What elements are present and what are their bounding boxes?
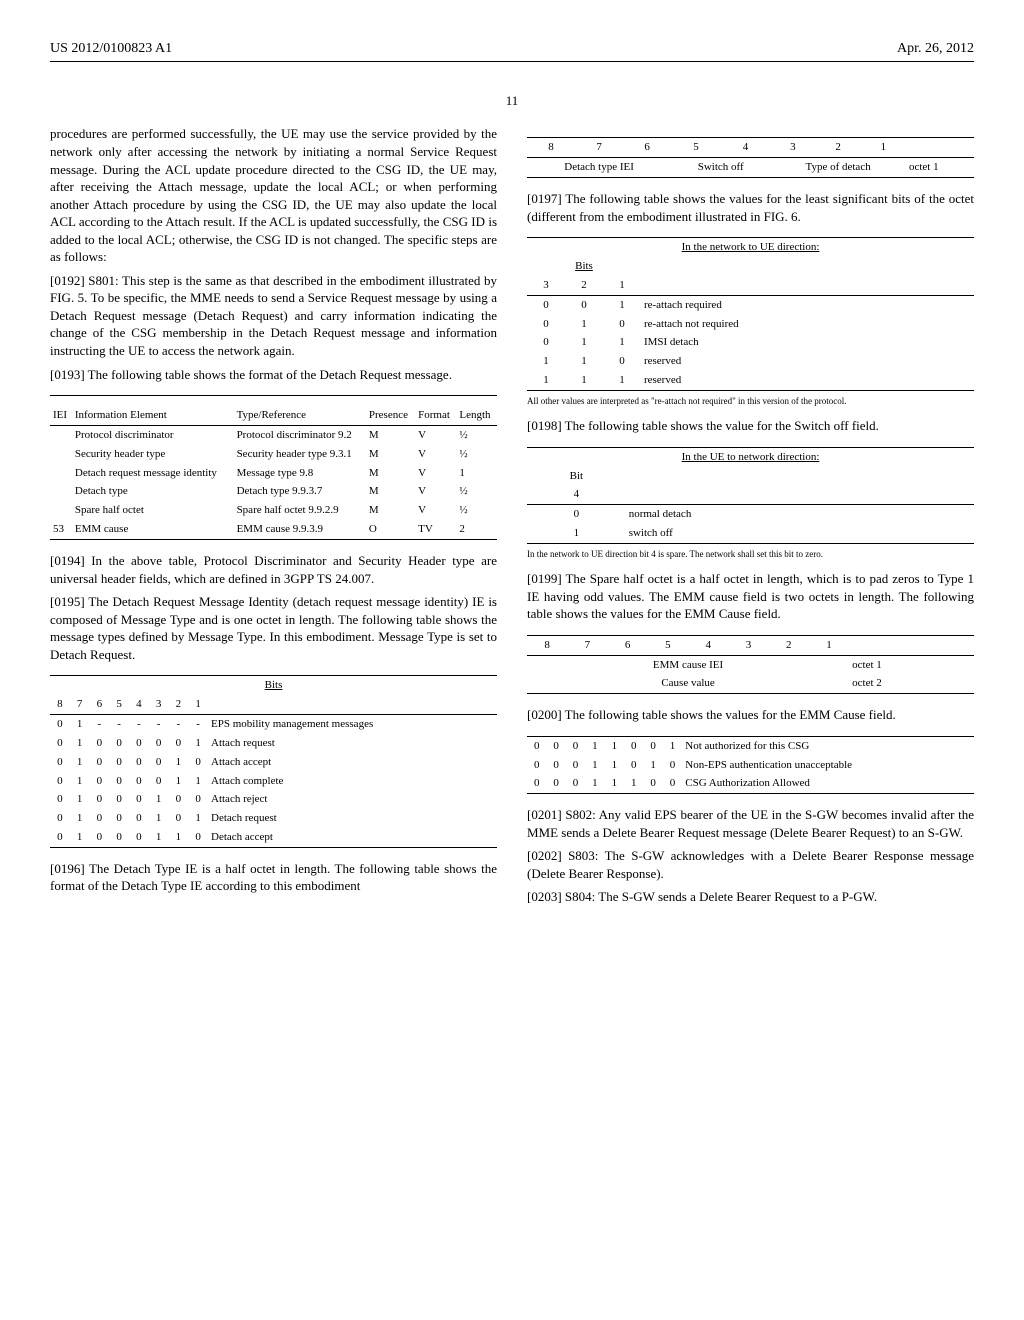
para-0194: [0194] In the above table, Protocol Disc…	[50, 552, 497, 587]
para-0202: [0202] S803: The S-GW acknowledges with …	[527, 847, 974, 882]
left-column: procedures are performed successfully, t…	[50, 125, 497, 912]
emm-cause-format-table: 87654321 EMM cause IEIoctet 1 Cause valu…	[527, 635, 974, 695]
emm-cause-values-table: 00011001Not authorized for this CSG 0001…	[527, 736, 974, 795]
para-0200: [0200] The following table shows the val…	[527, 706, 974, 724]
doc-id: US 2012/0100823 A1	[50, 40, 172, 59]
table5-footnote: In the network to UE direction bit 4 is …	[527, 548, 974, 560]
para-0192: [0192] S801: This step is the same as th…	[50, 272, 497, 360]
table4-footnote: All other values are interpreted as "re-…	[527, 395, 974, 407]
pub-date: Apr. 26, 2012	[897, 40, 974, 59]
detach-type-ie-table: 87654321 Detach type IEI Switch off Type…	[527, 137, 974, 178]
para-0199: [0199] The Spare half octet is a half oc…	[527, 570, 974, 623]
page-number: 11	[50, 92, 974, 110]
switch-off-bit-table: In the UE to network direction: Bit 4 0n…	[527, 447, 974, 544]
detach-request-format-table: IEI Information Element Type/Reference P…	[50, 395, 497, 540]
para-0203: [0203] S804: The S-GW sends a Delete Bea…	[527, 888, 974, 906]
right-column: 87654321 Detach type IEI Switch off Type…	[527, 125, 974, 912]
page-header: US 2012/0100823 A1 Apr. 26, 2012	[50, 40, 974, 62]
message-type-bits-table: Bits 87654321 01------EPS mobility manag…	[50, 675, 497, 848]
network-to-ue-bits-table: In the network to UE direction: Bits 321…	[527, 237, 974, 391]
para-0196: [0196] The Detach Type IE is a half octe…	[50, 860, 497, 895]
para-0193: [0193] The following table shows the for…	[50, 366, 497, 384]
para-0201: [0201] S802: Any valid EPS bearer of the…	[527, 806, 974, 841]
intro-para: procedures are performed successfully, t…	[50, 125, 497, 265]
para-0197: [0197] The following table shows the val…	[527, 190, 974, 225]
para-0198: [0198] The following table shows the val…	[527, 417, 974, 435]
para-0195: [0195] The Detach Request Message Identi…	[50, 593, 497, 663]
para-label: [0193]	[50, 367, 85, 382]
para-label: [0192]	[50, 273, 85, 288]
